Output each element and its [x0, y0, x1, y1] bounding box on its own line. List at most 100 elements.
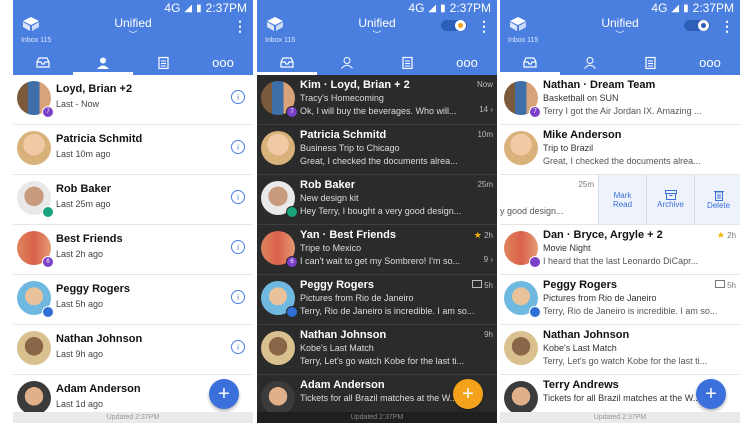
last-seen: Last 9h ago [56, 349, 104, 359]
mail-row[interactable]: Rob Baker New design kit Hey Terry, I bo… [257, 175, 497, 225]
tab-tasks[interactable] [133, 50, 193, 75]
thread-count: 14 › [479, 105, 493, 114]
people-row-best-friends[interactable]: 6 Best Friends Last 2h ago i [13, 225, 253, 275]
tab-inbox[interactable] [257, 50, 317, 75]
last-seen: Last 5h ago [56, 299, 104, 309]
mail-row[interactable]: Peggy Rogers Pictures from Rio de Janeir… [500, 275, 740, 325]
avatar [17, 381, 51, 415]
sender-name: Peggy Rogers [300, 279, 374, 291]
tab-inbox[interactable] [500, 50, 560, 75]
sender-name: Peggy Rogers [543, 279, 617, 291]
person-icon [341, 56, 353, 69]
mail-row[interactable]: 7 Nathan · Dream Team Basketball on SUN … [500, 75, 740, 125]
status-bar: 4G ◢ ▮ 2:37PM [13, 0, 253, 16]
mail-subject: Tickets for all Brazil matches at the W.… [300, 393, 458, 403]
mail-row[interactable]: Peggy Rogers Pictures from Rio de Janeir… [257, 275, 497, 325]
mail-subject: Trip to Brazil [543, 143, 594, 153]
people-row-peggy[interactable]: Peggy Rogers Last 5h ago i [13, 275, 253, 325]
tab-tasks[interactable] [620, 50, 680, 75]
updated-footer: Updated 2:37PM [257, 412, 497, 423]
info-icon[interactable]: i [231, 90, 245, 104]
tab-more[interactable]: ooo [193, 50, 253, 75]
mail-preview: y good design... [500, 206, 564, 216]
unread-badge: 6 [286, 256, 298, 268]
people-row-patricia[interactable]: Patricia Schmitd Last 10m ago i [13, 125, 253, 175]
compose-button[interactable]: + [453, 379, 483, 409]
avatar [17, 131, 51, 165]
people-row-loyd-brian[interactable]: 7 Loyd, Brian +2 Last - Now i [13, 75, 253, 125]
inbox-screen-swipe: 4G ◢ ▮ 2:37PM Inbox 115 Unified ︶ ⋮ ooo … [500, 0, 740, 423]
image-attachment-icon [715, 280, 726, 288]
mail-time: 10m [477, 130, 493, 139]
tab-tasks[interactable] [377, 50, 437, 75]
tab-people[interactable] [560, 50, 620, 75]
avatar [504, 381, 538, 415]
mail-subject: Tracy's Homecoming [300, 93, 384, 103]
tab-inbox[interactable] [13, 50, 73, 75]
info-icon[interactable]: i [231, 290, 245, 304]
mail-preview: Terry, Rio de Janeiro is incredible. I a… [543, 306, 718, 316]
toggle-knob [455, 20, 466, 31]
tab-bar: ooo [500, 50, 740, 75]
compose-button[interactable]: + [209, 379, 239, 409]
sender-name: Adam Anderson [300, 379, 385, 391]
delete-button[interactable]: Delete [694, 175, 740, 224]
unread-badge: 7 [286, 106, 298, 118]
mail-row[interactable]: 6 Yan · Best Friends Tripe to Mexico I c… [257, 225, 497, 275]
status-time: 2:37PM [449, 1, 491, 15]
mail-preview: Terry I got the Air Jordan IX. Amazing .… [543, 106, 702, 116]
mail-row[interactable]: Nathan Johnson Kobe's Last Match Terry, … [257, 325, 497, 375]
people-row-nathan[interactable]: Nathan Johnson Last 9h ago i [13, 325, 253, 375]
mail-row-swiped[interactable]: 25m y good design... Mark Read Archive D… [500, 175, 740, 225]
mail-subject: Tickets for all Brazil matches at the W.… [543, 393, 701, 403]
updated-footer: Updated 2:37PM [500, 412, 740, 423]
clipboard-icon [157, 56, 169, 69]
unread-badge: 7 [42, 106, 54, 118]
inbox-tray-icon [36, 57, 50, 68]
mail-row[interactable]: Mike Anderson Trip to Brazil Great, I ch… [500, 125, 740, 175]
avatar [261, 381, 295, 415]
tab-people[interactable] [317, 50, 377, 75]
mail-preview: Terry, Let's go watch Kobe for the last … [543, 356, 708, 366]
people-row-rob[interactable]: Rob Baker Last 25m ago i [13, 175, 253, 225]
mail-row[interactable]: Patricia Schmitd Business Trip to Chicag… [257, 125, 497, 175]
overflow-menu-icon[interactable]: ⋮ [720, 18, 734, 35]
battery-icon: ▮ [196, 2, 202, 14]
compose-button[interactable]: + [696, 379, 726, 409]
network-label: 4G [408, 1, 425, 15]
focus-toggle[interactable] [441, 20, 467, 31]
mail-time: 5h [715, 280, 736, 290]
tab-people[interactable] [73, 50, 133, 75]
overflow-menu-icon[interactable]: ⋮ [233, 18, 247, 35]
info-icon[interactable]: i [231, 190, 245, 204]
status-dot [286, 206, 298, 218]
mark-read-button[interactable]: Mark Read [598, 175, 646, 224]
sender-name: Patricia Schmitd [300, 129, 387, 141]
overflow-menu-icon[interactable]: ⋮ [477, 18, 491, 35]
sender-name: Terry Andrews [543, 379, 619, 391]
mail-row[interactable]: 7 Kim · Loyd, Brian + 2 Tracy's Homecomi… [257, 75, 497, 125]
star-icon[interactable]: ★ [717, 230, 725, 240]
info-icon[interactable]: i [231, 140, 245, 154]
tab-more[interactable]: ooo [437, 50, 497, 75]
archive-button[interactable]: Archive [646, 175, 694, 224]
info-icon[interactable]: i [231, 240, 245, 254]
last-seen: Last - Now [56, 99, 100, 109]
mail-time: 5h [472, 280, 493, 290]
toggle-knob [698, 20, 709, 31]
tab-more[interactable]: ooo [680, 50, 740, 75]
inbox-tray-icon [280, 57, 294, 68]
mail-time: ★ 2h [717, 230, 736, 241]
mark-read-label: Mark Read [612, 190, 633, 209]
mail-preview: Great, I checked the documents alrea... [300, 156, 458, 166]
archive-label: Archive [657, 200, 684, 209]
focus-toggle[interactable] [684, 20, 710, 31]
mail-row[interactable]: Dan · Bryce, Argyle + 2 Movie Night I he… [500, 225, 740, 275]
network-label: 4G [164, 1, 181, 15]
mail-subject: Basketball on SUN [543, 93, 619, 103]
star-icon[interactable]: ★ [474, 230, 482, 240]
chevron-down-icon[interactable]: ︶ [13, 28, 253, 41]
contact-name: Peggy Rogers [56, 283, 130, 295]
mail-row[interactable]: Nathan Johnson Kobe's Last Match Terry, … [500, 325, 740, 375]
info-icon[interactable]: i [231, 340, 245, 354]
